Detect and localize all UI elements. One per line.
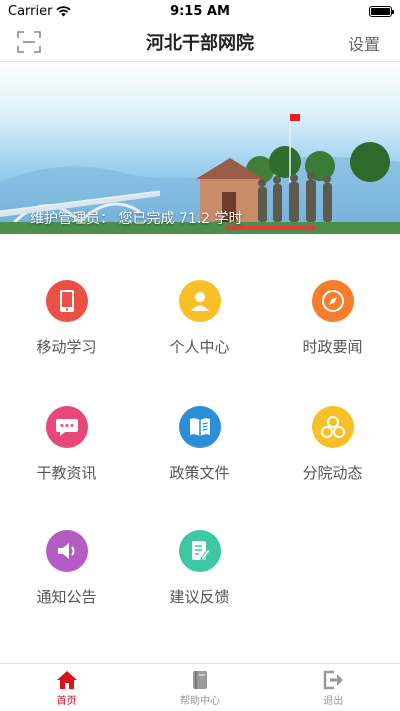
grid-item-label: 建议反馈 <box>169 588 230 606</box>
tab-home[interactable]: 首页 <box>0 664 133 711</box>
tab-label: 帮助中心 <box>179 696 220 707</box>
hexagon-icon <box>311 406 354 448</box>
chat-icon <box>45 406 88 448</box>
grid-item-notices[interactable]: 通知公告 <box>0 530 133 607</box>
tab-logout[interactable]: 退出 <box>267 664 400 711</box>
tab-bar: 首页 帮助中心 退出 <box>0 663 400 711</box>
battery-icon <box>369 5 394 17</box>
grid-item-label: 移动学习 <box>36 338 97 356</box>
study-hours-value: 71.2 <box>178 211 211 227</box>
status-time: 9:15 AM <box>170 3 230 19</box>
grid-item-personal-center[interactable]: 个人中心 <box>133 280 266 357</box>
nav-bar: 河北干部网院 设置 <box>0 22 400 62</box>
scan-icon <box>17 31 41 53</box>
book-icon <box>178 406 221 448</box>
speaker-icon <box>45 530 88 572</box>
grid-item-politics-news[interactable]: 时政要闻 <box>266 280 399 357</box>
grid-item-cadre-news[interactable]: 干教资讯 <box>0 406 133 483</box>
grid-item-feedback[interactable]: 建议反馈 <box>133 530 266 607</box>
page-title: 河北干部网院 <box>146 32 254 54</box>
logout-icon <box>324 670 344 690</box>
scan-button[interactable] <box>16 30 42 54</box>
grid-item-mobile-learning[interactable]: 移动学习 <box>0 280 133 357</box>
grid-item-label: 通知公告 <box>36 588 97 606</box>
grid-item-label: 政策文件 <box>169 464 230 482</box>
status-bar: Carrier 9:15 AM <box>0 0 400 22</box>
user-icon <box>178 280 221 322</box>
grid-item-label: 分院动态 <box>302 464 363 482</box>
grid-item-policy-documents[interactable]: 政策文件 <box>133 406 266 483</box>
study-hours-text: 维护管理员： 您已完成 71.2 学时 <box>30 208 243 228</box>
grid-item-branch-news[interactable]: 分院动态 <box>266 406 399 483</box>
mobile-icon <box>45 280 88 322</box>
help-book-icon <box>192 671 207 689</box>
tab-label: 退出 <box>323 696 344 707</box>
home-icon <box>56 671 77 689</box>
grid-item-label: 干教资讯 <box>36 464 97 482</box>
grid-item-label: 时政要闻 <box>302 338 363 356</box>
study-hours-suffix: 学时 <box>210 211 243 227</box>
grid-item-label: 个人中心 <box>169 338 230 356</box>
tab-label: 首页 <box>56 696 77 707</box>
tab-help-center[interactable]: 帮助中心 <box>133 664 266 711</box>
banner: 维护管理员： 您已完成 71.2 学时 <box>0 62 400 234</box>
edit-icon <box>178 530 221 572</box>
study-hours-prefix: 维护管理员： 您已完成 <box>30 211 179 227</box>
compass-icon <box>311 280 354 322</box>
settings-button[interactable]: 设置 <box>348 31 380 55</box>
